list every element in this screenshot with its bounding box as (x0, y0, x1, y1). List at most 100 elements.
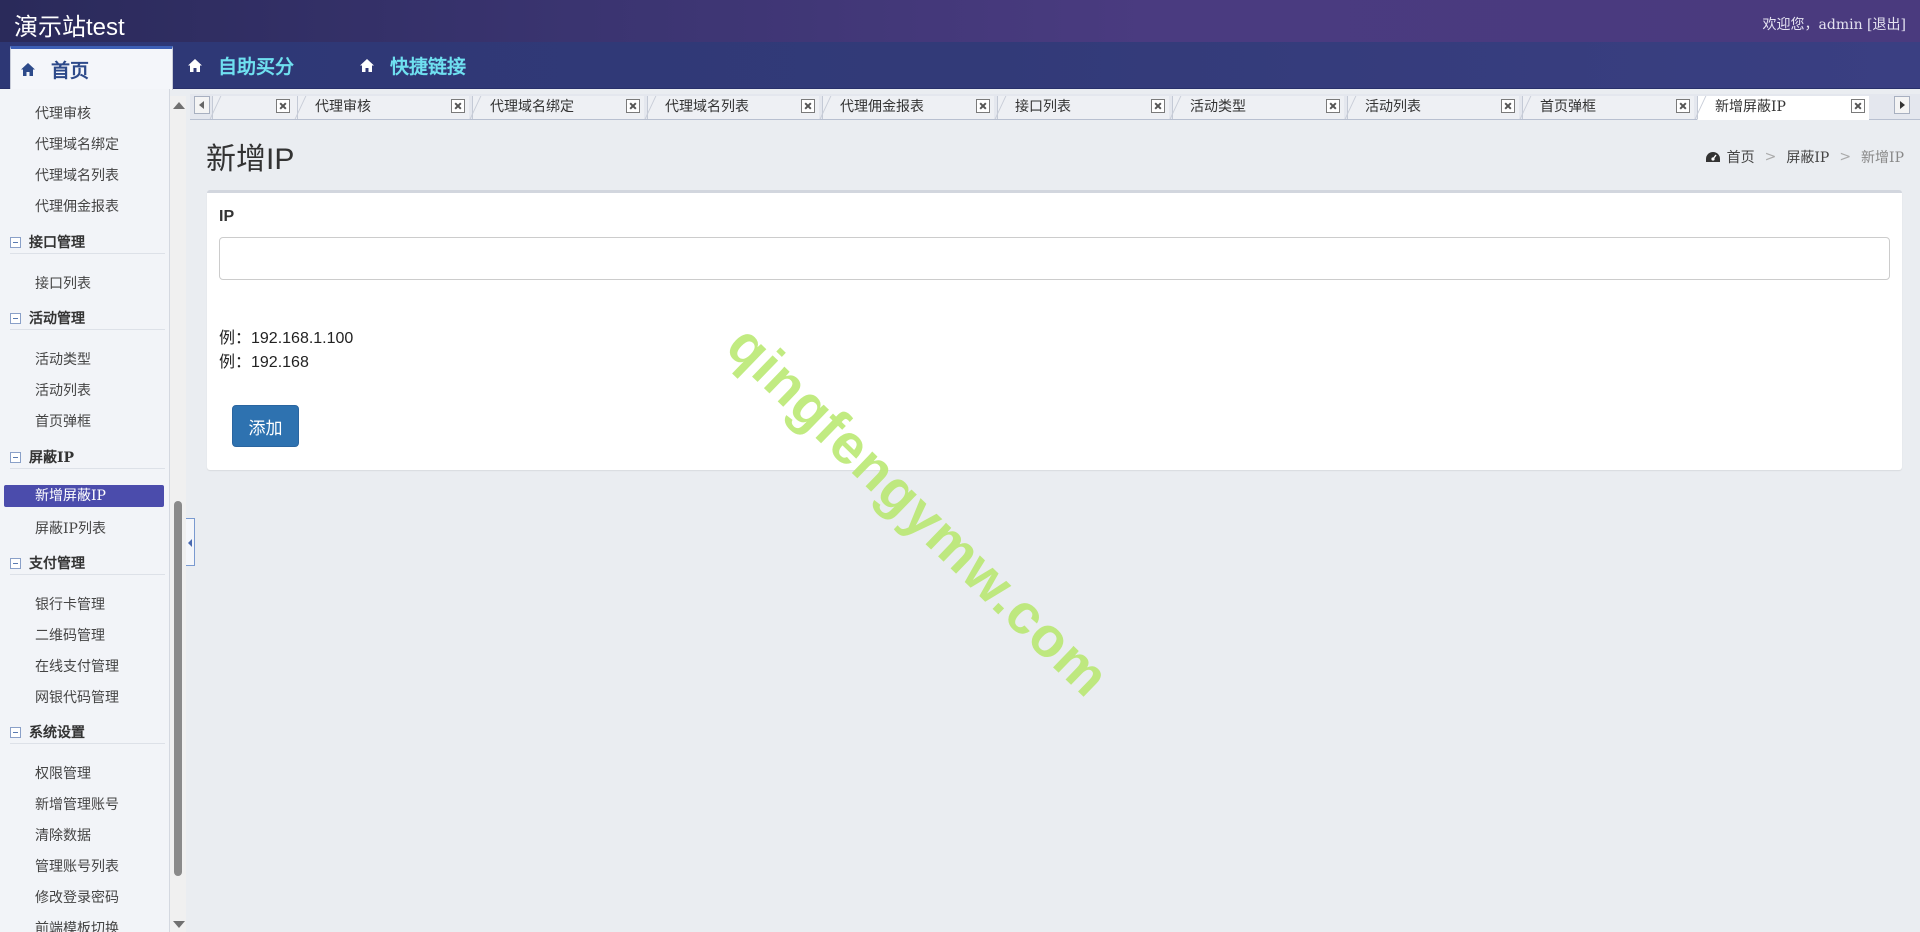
sidebar-group-api[interactable]: 接口管理 (10, 232, 165, 254)
tab-label: 活动列表 (1365, 99, 1421, 115)
example-text: 例：192.168.1.100 (219, 330, 354, 347)
main-nav: 首页 自助买分 快捷链接 (0, 42, 1920, 90)
sidebar-item-add-block-ip[interactable]: 新增屏蔽IP (4, 485, 164, 507)
sidebar-item-agent-domain-bind[interactable]: 代理域名绑定 (35, 134, 119, 154)
ip-field-label: IP (219, 208, 235, 225)
sidebar-item-activity-type[interactable]: 活动类型 (35, 349, 91, 369)
tab-close-icon[interactable] (1851, 99, 1865, 113)
breadcrumb: 首页 > 屏蔽IP > 新增IP (1705, 147, 1904, 167)
sidebar-group-label: 活动管理 (29, 311, 85, 327)
breadcrumb-block-ip[interactable]: 屏蔽IP (1786, 147, 1829, 167)
sidebar-group-label: 接口管理 (29, 235, 85, 251)
tab-label: 代理域名列表 (665, 99, 749, 115)
logout-link[interactable]: 退出 (1873, 17, 1901, 33)
tab-close-icon[interactable] (1151, 99, 1165, 113)
tab-label: 代理审核 (315, 99, 371, 115)
sidebar-item-permissions[interactable]: 权限管理 (35, 763, 91, 783)
tab-label: 接口列表 (1015, 99, 1071, 115)
breadcrumb-current: 新增IP (1861, 150, 1904, 166)
app-title: 演示站test (14, 14, 125, 41)
sidebar-item-api-list[interactable]: 接口列表 (35, 273, 91, 293)
collapse-icon (10, 558, 21, 569)
nav-item-quick-links[interactable]: 快捷链接 (358, 42, 466, 89)
tab-agent-domain-list[interactable]: 代理域名列表 (647, 96, 819, 119)
sidebar-item-block-ip-list[interactable]: 屏蔽IP列表 (35, 518, 106, 538)
tab-api-list[interactable]: 接口列表 (997, 96, 1169, 119)
nav-item-label: 快捷链接 (390, 56, 467, 78)
top-header: 演示站test 欢迎您，admin [退出] (0, 0, 1920, 42)
tab-add-block-ip[interactable]: 新增屏蔽IP (1697, 96, 1869, 120)
tab-label: 新增屏蔽IP (1715, 99, 1786, 115)
form-box: IP 例：192.168.1.100 例：192.168 添加 (207, 190, 1902, 470)
tab-close-icon[interactable] (801, 99, 815, 113)
collapse-icon (10, 313, 21, 324)
tab-close-icon[interactable] (626, 99, 640, 113)
sidebar-item-admin-list[interactable]: 管理账号列表 (35, 856, 119, 876)
tab-bar: 代理审核 代理域名绑定 代理域名列表 代理佣金报表 接口列表 活动类型 活动列表… (190, 94, 1920, 120)
sidebar-group-block-ip[interactable]: 屏蔽IP (10, 447, 165, 469)
scroll-down-icon[interactable] (173, 921, 185, 928)
tab-close-icon[interactable] (1676, 99, 1690, 113)
dashboard-icon (1705, 150, 1721, 164)
example-text: 例：192.168 (219, 354, 309, 371)
tab-close-icon[interactable] (276, 99, 290, 113)
sidebar-item-online-pay[interactable]: 在线支付管理 (35, 656, 119, 676)
sidebar-group-payment[interactable]: 支付管理 (10, 553, 165, 575)
ip-input[interactable] (219, 237, 1890, 280)
sidebar-group-label: 支付管理 (29, 556, 85, 572)
collapse-icon (10, 727, 21, 738)
sidebar-item-qrcode[interactable]: 二维码管理 (35, 625, 105, 645)
sidebar-scrollbar[interactable] (170, 96, 186, 932)
tab-agent-commission[interactable]: 代理佣金报表 (822, 96, 994, 119)
tab-label: 首页弹框 (1540, 99, 1596, 115)
sidebar-item-template-switch[interactable]: 前端模板切换 (35, 918, 119, 932)
sidebar-group-system[interactable]: 系统设置 (10, 722, 165, 744)
home-icon (19, 61, 37, 79)
add-button[interactable]: 添加 (232, 405, 299, 447)
scroll-thumb[interactable] (174, 501, 182, 876)
nav-item-home[interactable]: 首页 (10, 46, 173, 90)
sidebar-item-agent-review[interactable]: 代理审核 (35, 103, 91, 123)
breadcrumb-separator: > (1839, 149, 1852, 165)
sidebar-item-change-password[interactable]: 修改登录密码 (35, 887, 119, 907)
nav-item-label: 首页 (51, 60, 90, 82)
tab-agent-review[interactable]: 代理审核 (297, 96, 469, 119)
collapse-icon (10, 452, 21, 463)
welcome-prefix: 欢迎您，admin [ (1762, 17, 1873, 33)
nav-item-self-buy[interactable]: 自助买分 (186, 42, 294, 89)
tab-activity-list[interactable]: 活动列表 (1347, 96, 1519, 119)
sidebar-item-home-popup[interactable]: 首页弹框 (35, 411, 91, 431)
tab-activity-type[interactable]: 活动类型 (1172, 96, 1344, 119)
tab-home-popup[interactable]: 首页弹框 (1522, 96, 1694, 119)
breadcrumb-home[interactable]: 首页 (1727, 147, 1755, 167)
home-icon (186, 57, 204, 75)
sidebar-item-agent-commission[interactable]: 代理佣金报表 (35, 196, 119, 216)
sidebar: 代理审核 代理域名绑定 代理域名列表 代理佣金报表 接口管理 接口列表 活动管理… (0, 89, 170, 932)
tab-close-icon[interactable] (1326, 99, 1340, 113)
sidebar-group-label: 屏蔽IP (29, 450, 75, 466)
sidebar-item-clear-data[interactable]: 清除数据 (35, 825, 91, 845)
collapse-icon (10, 237, 21, 248)
sidebar-collapse-handle[interactable] (186, 518, 195, 566)
tab-label: 代理域名绑定 (490, 99, 574, 115)
tab-agent-domain-bind[interactable]: 代理域名绑定 (472, 96, 644, 119)
tab-close-icon[interactable] (976, 99, 990, 113)
page-title: 新增IP (206, 143, 295, 176)
welcome-suffix: ] (1900, 17, 1906, 33)
tab-scroll-right-icon[interactable] (1894, 96, 1910, 114)
tab-label: 代理佣金报表 (840, 99, 924, 115)
tab-label: 活动类型 (1190, 99, 1246, 115)
tab-close-icon[interactable] (451, 99, 465, 113)
welcome-text: 欢迎您，admin [退出] (1763, 14, 1906, 34)
tab-scroll-left-icon[interactable] (194, 96, 210, 114)
sidebar-item-activity-list[interactable]: 活动列表 (35, 380, 91, 400)
scroll-up-icon[interactable] (173, 102, 185, 109)
sidebar-item-agent-domain-list[interactable]: 代理域名列表 (35, 165, 119, 185)
sidebar-item-add-admin[interactable]: 新增管理账号 (35, 794, 119, 814)
tab-close-icon[interactable] (1501, 99, 1515, 113)
sidebar-group-activity[interactable]: 活动管理 (10, 308, 165, 330)
home-icon (358, 57, 376, 75)
sidebar-item-bank-card[interactable]: 银行卡管理 (35, 594, 105, 614)
sidebar-group-label: 系统设置 (29, 725, 85, 741)
sidebar-item-ebank-code[interactable]: 网银代码管理 (35, 687, 119, 707)
